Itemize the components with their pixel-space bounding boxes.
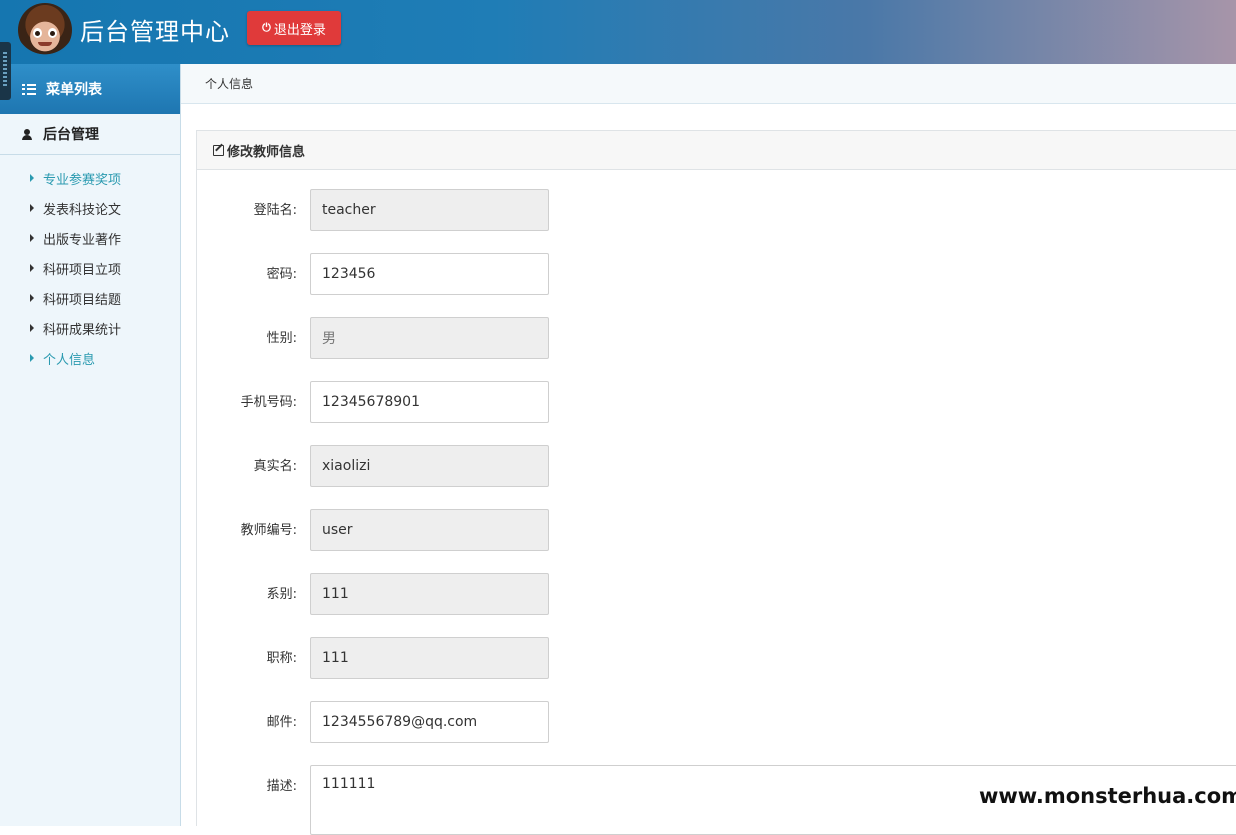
form-row: 手机号码: 12345678901 [197,381,1236,423]
sidebar-item[interactable]: 出版专业著作 [0,223,180,253]
logout-label: 退出登录 [273,22,326,38]
sidebar-item[interactable]: 个人信息 [0,343,180,373]
group-title: 后台管理 [43,127,99,143]
sidebar: 菜单列表 后台管理 专业参赛奖项 发表科技论文 出版专业著作 科研项目立项 科研项目结题… [0,64,181,826]
sidebar-item-label: 科研成果统计 [43,322,122,338]
caret-right-icon [30,174,34,182]
sidebar-toggle-handle[interactable] [0,42,11,100]
field-label: 密码: [266,267,297,282]
form-row: 密码: 123456 [197,253,1236,295]
breadcrumb: 个人信息 [181,64,1236,104]
form-row: 教师编号: user [197,509,1236,551]
sidebar-item-label: 科研项目立项 [43,262,122,278]
form-row: 登陆名: teacher [197,189,1236,231]
sidebar-item[interactable]: 专业参赛奖项 [0,163,180,193]
caret-right-icon [30,294,34,302]
field-input[interactable]: teacher [310,189,549,231]
field-input[interactable]: user [310,509,549,551]
field-input[interactable]: 男 [310,317,549,359]
field-label: 职称: [266,651,297,666]
caret-right-icon [30,264,34,272]
top-header: 后台管理中心 ⏻ 退出登录 [0,0,1236,64]
breadcrumb-text: 个人信息 [205,77,254,91]
sidebar-item-label: 个人信息 [43,352,96,368]
menu-header[interactable]: 菜单列表 [0,64,180,114]
field-label: 性别: [266,331,297,346]
panel-title: 修改教师信息 [227,144,306,160]
field-label: 系别: [266,587,297,602]
field-label: 真实名: [253,459,297,474]
caret-right-icon [30,204,34,212]
logout-button[interactable]: ⏻ 退出登录 [247,11,341,45]
sidebar-item[interactable]: 科研项目立项 [0,253,180,283]
caret-right-icon [30,234,34,242]
sidebar-item-label: 专业参赛奖项 [43,172,122,188]
caret-right-icon [30,324,34,332]
field-input[interactable]: 111 [310,573,549,615]
field-label: 邮件: [266,715,297,730]
form-row: 系别: 111 [197,573,1236,615]
form-row: 性别: 男 [197,317,1236,359]
sidebar-item[interactable]: 发表科技论文 [0,193,180,223]
field-label: 手机号码: [240,395,297,410]
sidebar-item-label: 出版专业著作 [43,232,122,248]
field-label: 登陆名: [253,203,297,218]
group-header[interactable]: 后台管理 [0,114,180,155]
panel-title-bar: 修改教师信息 [197,131,1236,170]
power-icon: ⏻ [262,21,271,34]
edit-icon [213,144,224,156]
field-input[interactable]: 111 [310,637,549,679]
watermark: www.monsterhua.com [976,778,1236,814]
field-label: 描述: [266,779,297,794]
field-input[interactable]: xiaolizi [310,445,549,487]
form-row: 真实名: xiaolizi [197,445,1236,487]
list-icon [22,83,36,95]
sidebar-item[interactable]: 科研项目结题 [0,283,180,313]
sidebar-item-label: 发表科技论文 [43,202,122,218]
edit-panel: 修改教师信息 登陆名: teacher 密码: 123456 性别: 男手机号码: 1234… [196,130,1236,835]
field-input[interactable]: 123456 [310,253,549,295]
sidebar-item[interactable]: 科研成果统计 [0,313,180,343]
menu-title: 菜单列表 [46,82,102,98]
sidebar-item-label: 科研项目结题 [43,292,122,308]
field-label: 教师编号: [240,523,297,538]
caret-right-icon [30,354,34,362]
form-row: 邮件: 1234556789@qq.com [197,701,1236,743]
app-title: 后台管理中心 [80,18,230,46]
form-row: 职称: 111 [197,637,1236,679]
field-input[interactable]: 1234556789@qq.com [310,701,549,743]
user-icon [22,128,32,140]
nav-list: 专业参赛奖项 发表科技论文 出版专业著作 科研项目立项 科研项目结题 科研成果统计 个人信息 [0,155,180,373]
avatar [18,3,72,57]
field-input[interactable]: 12345678901 [310,381,549,423]
